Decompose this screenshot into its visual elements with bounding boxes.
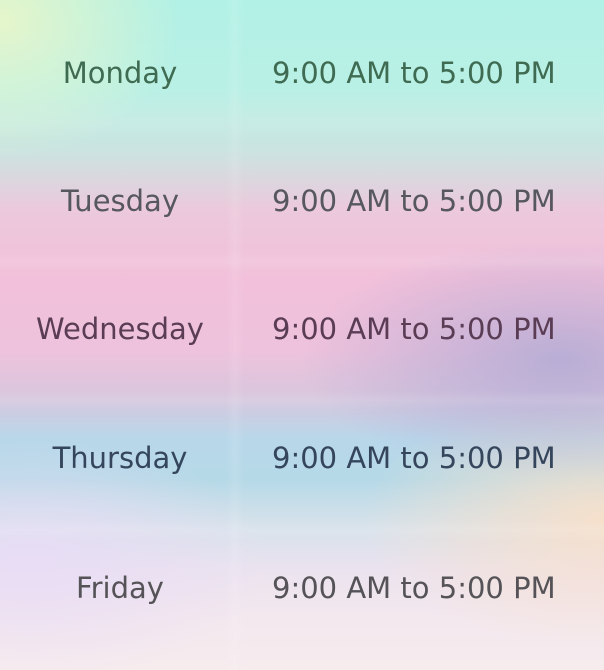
day-label: Thursday [52, 441, 188, 475]
hours-value: 9:00 AM to 5:00 PM [272, 184, 556, 218]
day-label: Friday [76, 571, 164, 605]
business-hours-list: Monday 9:00 AM to 5:00 PM Tuesday 9:00 A… [0, 0, 604, 670]
hours-value: 9:00 AM to 5:00 PM [272, 312, 556, 346]
hours-row-thursday: Thursday 9:00 AM to 5:00 PM [0, 418, 604, 498]
hours-row-tuesday: Tuesday 9:00 AM to 5:00 PM [0, 161, 604, 241]
hours-value: 9:00 AM to 5:00 PM [272, 56, 556, 90]
day-label: Wednesday [36, 312, 204, 346]
hours-row-wednesday: Wednesday 9:00 AM to 5:00 PM [0, 289, 604, 369]
day-label: Monday [62, 56, 178, 90]
hours-row-monday: Monday 9:00 AM to 5:00 PM [0, 33, 604, 113]
hours-value: 9:00 AM to 5:00 PM [272, 571, 556, 605]
hours-row-friday: Friday 9:00 AM to 5:00 PM [0, 548, 604, 628]
hours-value: 9:00 AM to 5:00 PM [272, 441, 556, 475]
day-label: Tuesday [61, 184, 179, 218]
